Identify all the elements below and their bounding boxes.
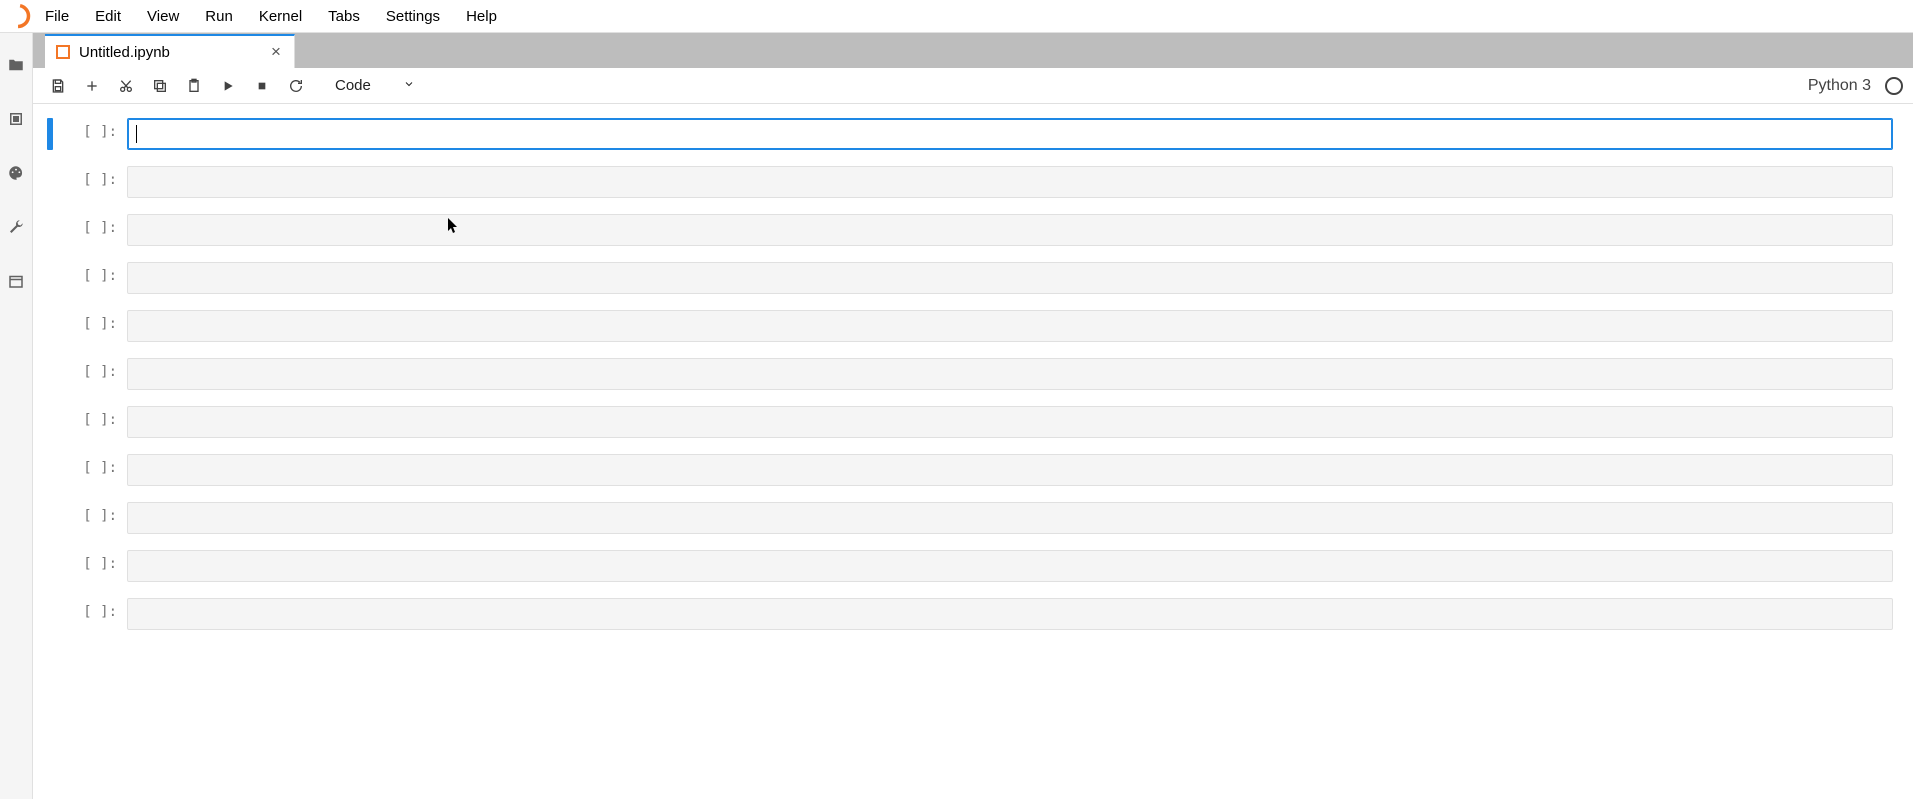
menu-settings[interactable]: Settings: [373, 2, 453, 31]
cell-editor[interactable]: [127, 118, 1893, 150]
menu-help[interactable]: Help: [453, 2, 510, 31]
left-sidebar: [0, 33, 33, 799]
cell-prompt: [ ]:: [55, 550, 127, 582]
cell-editor[interactable]: [127, 166, 1893, 198]
menu-view[interactable]: View: [134, 2, 192, 31]
code-cell[interactable]: [ ]:: [47, 310, 1893, 342]
menu-kernel[interactable]: Kernel: [246, 2, 315, 31]
menu-file[interactable]: File: [32, 2, 82, 31]
cell-prompt: [ ]:: [55, 214, 127, 246]
copy-button[interactable]: [145, 71, 175, 101]
kernel-status-icon[interactable]: [1885, 77, 1903, 95]
cell-select-bar: [47, 406, 53, 438]
cell-prompt: [ ]:: [55, 262, 127, 294]
cut-button[interactable]: [111, 71, 141, 101]
code-cell[interactable]: [ ]:: [47, 118, 1893, 150]
open-tabs-icon[interactable]: [4, 269, 28, 293]
cell-select-bar: [47, 598, 53, 630]
code-cell[interactable]: [ ]:: [47, 406, 1893, 438]
cell-editor[interactable]: [127, 598, 1893, 630]
cell-editor[interactable]: [127, 262, 1893, 294]
cell-prompt: [ ]:: [55, 406, 127, 438]
menu-edit[interactable]: Edit: [82, 2, 134, 31]
insert-cell-button[interactable]: [77, 71, 107, 101]
tab-title: Untitled.ipynb: [79, 44, 260, 61]
cell-prompt: [ ]:: [55, 358, 127, 390]
notebook-icon: [55, 44, 71, 60]
notebook-toolbar: Code Python 3: [33, 68, 1913, 104]
cell-select-bar: [47, 550, 53, 582]
cell-prompt: [ ]:: [55, 118, 127, 150]
cell-editor[interactable]: [127, 358, 1893, 390]
cell-editor[interactable]: [127, 502, 1893, 534]
cell-select-bar: [47, 262, 53, 294]
cell-prompt: [ ]:: [55, 310, 127, 342]
jupyter-logo-icon: [4, 2, 32, 30]
cell-select-bar: [47, 454, 53, 486]
cell-prompt: [ ]:: [55, 454, 127, 486]
tab-untitled[interactable]: Untitled.ipynb ×: [45, 34, 295, 68]
running-icon[interactable]: [4, 107, 28, 131]
cell-type-select[interactable]: Code: [329, 73, 421, 98]
code-cell[interactable]: [ ]:: [47, 166, 1893, 198]
tab-strip: Untitled.ipynb ×: [33, 33, 1913, 68]
menu-tabs[interactable]: Tabs: [315, 2, 373, 31]
text-cursor: [136, 125, 137, 143]
close-icon[interactable]: ×: [268, 44, 284, 60]
cell-editor[interactable]: [127, 550, 1893, 582]
menu-bar: File Edit View Run Kernel Tabs Settings …: [0, 0, 1913, 33]
cell-type-label: Code: [335, 77, 371, 94]
save-button[interactable]: [43, 71, 73, 101]
code-cell[interactable]: [ ]:: [47, 598, 1893, 630]
cell-editor[interactable]: [127, 454, 1893, 486]
code-cell[interactable]: [ ]:: [47, 262, 1893, 294]
code-cell[interactable]: [ ]:: [47, 550, 1893, 582]
wrench-icon[interactable]: [4, 215, 28, 239]
notebook-area[interactable]: [ ]: [ ]: [ ]: [ ]: [ ]: [ ]: [ ]: [ ]: [ ]: [ ]:…: [33, 104, 1913, 799]
cell-select-bar: [47, 502, 53, 534]
code-cell[interactable]: [ ]:: [47, 502, 1893, 534]
cell-select-bar: [47, 310, 53, 342]
folder-icon[interactable]: [4, 53, 28, 77]
run-button[interactable]: [213, 71, 243, 101]
interrupt-button[interactable]: [247, 71, 277, 101]
cell-select-bar: [47, 358, 53, 390]
cell-editor[interactable]: [127, 310, 1893, 342]
palette-icon[interactable]: [4, 161, 28, 185]
cell-select-bar: [47, 214, 53, 246]
cell-prompt: [ ]:: [55, 166, 127, 198]
cell-select-bar: [47, 166, 53, 198]
code-cell[interactable]: [ ]:: [47, 454, 1893, 486]
chevron-down-icon: [403, 77, 415, 94]
paste-button[interactable]: [179, 71, 209, 101]
restart-button[interactable]: [281, 71, 311, 101]
cell-prompt: [ ]:: [55, 502, 127, 534]
menu-run[interactable]: Run: [192, 2, 246, 31]
cell-select-bar: [47, 118, 53, 150]
code-cell[interactable]: [ ]:: [47, 214, 1893, 246]
cell-prompt: [ ]:: [55, 598, 127, 630]
cell-editor[interactable]: [127, 214, 1893, 246]
cell-editor[interactable]: [127, 406, 1893, 438]
code-cell[interactable]: [ ]:: [47, 358, 1893, 390]
kernel-name[interactable]: Python 3: [1808, 77, 1881, 95]
